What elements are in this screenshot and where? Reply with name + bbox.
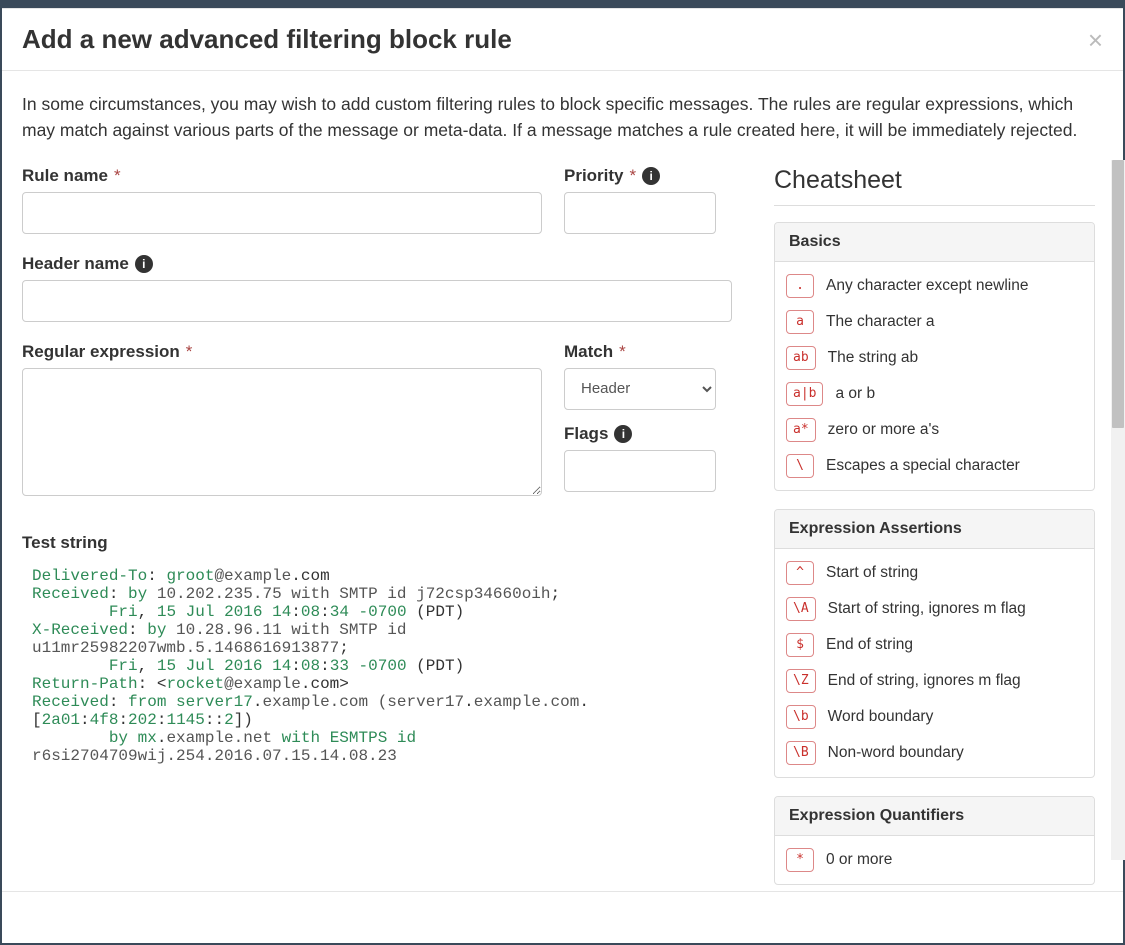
cheat-description: Any character except newline	[826, 277, 1028, 295]
cheat-row: $ End of string	[783, 627, 1086, 663]
test-string-label: Test string	[22, 533, 732, 553]
header-name-input[interactable]	[22, 280, 732, 322]
regex-token-badge: \A	[786, 597, 816, 621]
cheatsheet-panels: Basics. Any character except newline a The …	[774, 222, 1095, 885]
cheatsheet-panel: Expression Assertions ^ Start of string \A S…	[774, 509, 1095, 778]
cheat-description: Word boundary	[828, 708, 934, 726]
cheat-row: a|b a or b	[783, 376, 1086, 412]
regex-token-badge: a	[786, 310, 814, 334]
required-marker: *	[619, 342, 626, 362]
regex-token-badge: .	[786, 274, 814, 298]
info-icon[interactable]: i	[614, 425, 632, 443]
priority-label: Priority*i	[564, 166, 716, 186]
cheat-description: End of string, ignores m flag	[828, 672, 1021, 690]
regex-token-badge: \B	[786, 741, 816, 765]
cheat-row: \ Escapes a special character	[783, 448, 1086, 484]
modal-footer	[2, 891, 1123, 943]
regex-token-badge: $	[786, 633, 814, 657]
cheatsheet-column: Cheatsheet Basics. Any character except n…	[774, 166, 1103, 892]
cheat-row: \B Non-word boundary	[783, 735, 1086, 771]
regex-token-badge: \	[786, 454, 814, 478]
cheat-description: a or b	[835, 385, 875, 403]
info-icon[interactable]: i	[642, 167, 660, 185]
cheatsheet-title: Cheatsheet	[774, 166, 1095, 206]
modal-header: Add a new advanced filtering block rule …	[2, 9, 1123, 71]
cheat-row: \Z End of string, ignores m flag	[783, 663, 1086, 699]
panel-body: . Any character except newline a The charac…	[775, 262, 1094, 490]
regex-token-badge: ^	[786, 561, 814, 585]
required-marker: *	[186, 342, 193, 362]
rule-name-input[interactable]	[22, 192, 542, 234]
panel-body: * 0 or more	[775, 836, 1094, 884]
panel-body: ^ Start of string \A Start of string, ignor…	[775, 549, 1094, 777]
regex-token-badge: \b	[786, 705, 816, 729]
regex-token-badge: \Z	[786, 669, 816, 693]
cheatsheet-panel: Expression Quantifiers * 0 or more	[774, 796, 1095, 885]
panel-heading: Expression Quantifiers	[775, 797, 1094, 836]
info-icon[interactable]: i	[135, 255, 153, 273]
regex-label: Regular expression*	[22, 342, 542, 362]
match-label: Match*	[564, 342, 716, 362]
cheat-description: Start of string	[826, 564, 918, 582]
cheat-description: Escapes a special character	[826, 457, 1020, 475]
flags-label: Flags i	[564, 424, 716, 444]
cheat-description: zero or more a's	[828, 421, 940, 439]
regex-input[interactable]	[22, 368, 542, 496]
cheat-row: . Any character except newline	[783, 268, 1086, 304]
close-icon[interactable]: ×	[1088, 27, 1103, 53]
cheatsheet-panel: Basics. Any character except newline a The …	[774, 222, 1095, 491]
priority-input[interactable]	[564, 192, 716, 234]
test-string-input[interactable]: Delivered-To: groot@example.com Received…	[22, 559, 732, 829]
content-columns: Rule name* Priority*i Header na	[22, 166, 1103, 892]
cheat-description: 0 or more	[826, 851, 892, 869]
required-marker: *	[114, 166, 121, 186]
cheat-row: a The character a	[783, 304, 1086, 340]
regex-token-badge: *	[786, 848, 814, 872]
match-select[interactable]: Header	[564, 368, 716, 410]
header-name-label: Header name i	[22, 254, 732, 274]
cheat-row: ^ Start of string	[783, 555, 1086, 591]
cheat-description: Start of string, ignores m flag	[828, 600, 1026, 618]
modal-intro: In some circumstances, you may wish to a…	[22, 91, 1103, 144]
modal-dialog: Add a new advanced filtering block rule …	[2, 8, 1123, 943]
modal-title: Add a new advanced filtering block rule	[22, 24, 512, 55]
regex-token-badge: ab	[786, 346, 816, 370]
regex-token-badge: a|b	[786, 382, 823, 406]
required-marker: *	[630, 166, 637, 186]
form-column: Rule name* Priority*i Header na	[22, 166, 732, 892]
panel-heading: Basics	[775, 223, 1094, 262]
cheat-row: \b Word boundary	[783, 699, 1086, 735]
cheat-row: a* zero or more a's	[783, 412, 1086, 448]
flags-input[interactable]	[564, 450, 716, 492]
panel-heading: Expression Assertions	[775, 510, 1094, 549]
modal-body: In some circumstances, you may wish to a…	[2, 71, 1123, 943]
regex-token-badge: a*	[786, 418, 816, 442]
cheat-row: ab The string ab	[783, 340, 1086, 376]
scrollbar[interactable]	[1111, 160, 1125, 860]
rule-name-label: Rule name*	[22, 166, 542, 186]
cheat-row: \A Start of string, ignores m flag	[783, 591, 1086, 627]
scrollbar-thumb[interactable]	[1112, 160, 1124, 428]
cheat-description: The character a	[826, 313, 935, 331]
cheat-row: * 0 or more	[783, 842, 1086, 878]
cheat-description: The string ab	[828, 349, 918, 367]
cheat-description: End of string	[826, 636, 913, 654]
cheat-description: Non-word boundary	[828, 744, 964, 762]
